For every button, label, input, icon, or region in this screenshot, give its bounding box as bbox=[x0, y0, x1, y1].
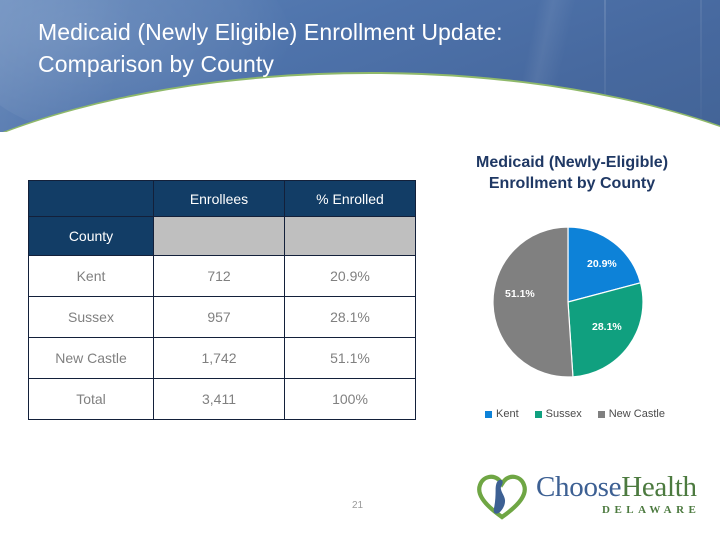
legend-label: Sussex bbox=[545, 408, 582, 420]
chart-title: Medicaid (Newly-Eligible) Enrollment by … bbox=[475, 154, 669, 192]
table-header-row: Enrollees % Enrolled bbox=[28, 180, 416, 217]
pie-chart-svg bbox=[492, 226, 644, 378]
table-total-row: Total 3,411 100% bbox=[28, 378, 416, 420]
page-number: 21 bbox=[352, 500, 364, 511]
legend-item-sussex: Sussex bbox=[534, 408, 582, 420]
table-spacer-cell bbox=[153, 216, 285, 256]
page-title: Medicaid (Newly Eligible) Enrollment Upd… bbox=[38, 19, 503, 77]
table-row: Kent 712 20.9% bbox=[28, 255, 416, 297]
cell-enrollees-kent: 712 bbox=[153, 255, 285, 297]
cell-percent-sussex: 28.1% bbox=[284, 296, 416, 338]
logo-wordmark: ChooseHealth bbox=[536, 472, 697, 502]
table-row: Sussex 957 28.1% bbox=[28, 296, 416, 338]
legend-label: New Castle bbox=[608, 408, 665, 420]
table-header-percent-enrolled: % Enrolled bbox=[284, 180, 416, 217]
cell-total-label: Total bbox=[28, 378, 154, 420]
pie-label-sussex: 28.1% bbox=[592, 321, 622, 333]
legend-item-kent: Kent bbox=[485, 408, 519, 420]
pie-chart: 20.9% 28.1% 51.1% bbox=[492, 226, 644, 378]
logo-word-choose: Choose bbox=[536, 471, 622, 503]
cell-enrollees-sussex: 957 bbox=[153, 296, 285, 338]
cell-total-enrollees: 3,411 bbox=[153, 378, 285, 420]
table-header-corner-blank bbox=[28, 180, 154, 217]
pie-chart-panel: Medicaid (Newly-Eligible) Enrollment by … bbox=[437, 152, 707, 442]
heart-delaware-icon bbox=[477, 474, 527, 520]
county-enrollment-table-container: Enrollees % Enrolled County Kent 712 20.… bbox=[28, 180, 416, 420]
legend-swatch-icon bbox=[534, 410, 542, 418]
legend-item-new-castle: New Castle bbox=[597, 408, 665, 420]
cell-county-kent: Kent bbox=[28, 255, 154, 297]
table-spacer-cell bbox=[284, 216, 416, 256]
table-row-label-county: County bbox=[28, 216, 154, 256]
pie-label-kent: 20.9% bbox=[587, 258, 617, 270]
pie-slice-new-castle bbox=[492, 226, 574, 378]
chart-legend: Kent Sussex New Castle bbox=[455, 408, 695, 420]
logo-word-health: Health bbox=[621, 471, 697, 503]
cell-county-sussex: Sussex bbox=[28, 296, 154, 338]
cell-percent-new-castle: 51.1% bbox=[284, 337, 416, 379]
legend-swatch-icon bbox=[485, 410, 493, 418]
banner-streak-decoration bbox=[700, 0, 702, 132]
table-header-enrollees: Enrollees bbox=[153, 180, 285, 217]
cell-percent-kent: 20.9% bbox=[284, 255, 416, 297]
table-subheader-row: County bbox=[28, 216, 416, 256]
slide-header-banner: Medicaid (Newly Eligible) Enrollment Upd… bbox=[0, 0, 720, 132]
choose-health-delaware-logo: ChooseHealth DELAWARE bbox=[474, 468, 700, 526]
cell-total-percent: 100% bbox=[284, 378, 416, 420]
county-enrollment-table: Enrollees % Enrolled County Kent 712 20.… bbox=[28, 180, 416, 420]
cell-enrollees-new-castle: 1,742 bbox=[153, 337, 285, 379]
logo-subtitle: DELAWARE bbox=[602, 504, 701, 516]
table-row: New Castle 1,742 51.1% bbox=[28, 337, 416, 379]
cell-county-new-castle: New Castle bbox=[28, 337, 154, 379]
pie-label-new-castle: 51.1% bbox=[505, 288, 535, 300]
legend-label: Kent bbox=[496, 408, 519, 420]
legend-swatch-icon bbox=[597, 410, 605, 418]
